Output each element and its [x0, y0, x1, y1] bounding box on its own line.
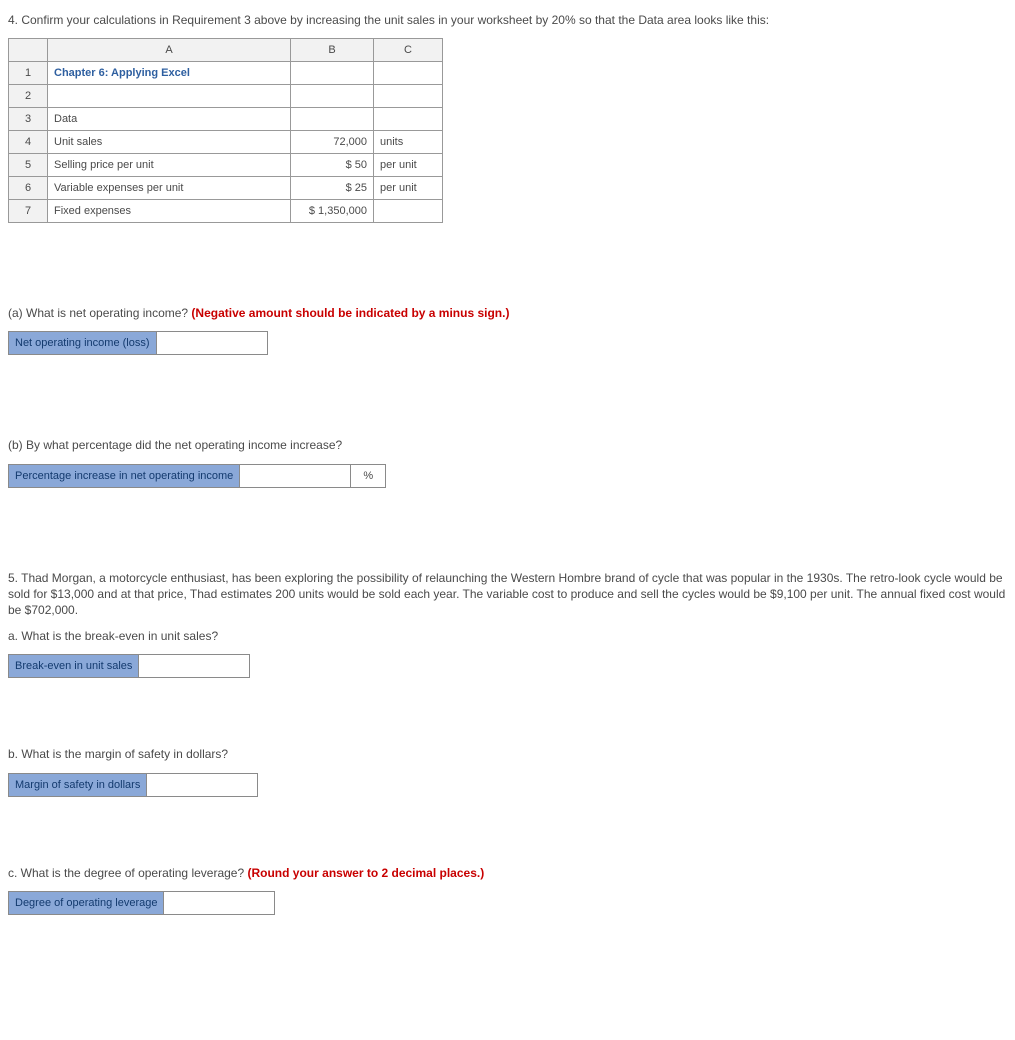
question-5c-hint: (Round your answer to 2 decimal places.) — [247, 866, 484, 880]
cell-a: Data — [48, 108, 291, 131]
table-row: 6 Variable expenses per unit $ 25 per un… — [9, 177, 443, 200]
percentage-increase-input[interactable] — [240, 466, 350, 486]
answer-row-operating-leverage: Degree of operating leverage — [8, 891, 275, 915]
cell-b — [291, 108, 374, 131]
question-4a-text: (a) What is net operating income? (Negat… — [8, 305, 1007, 321]
percentage-increase-label: Percentage increase in net operating inc… — [9, 464, 240, 487]
table-row: 5 Selling price per unit $ 50 per unit — [9, 154, 443, 177]
excel-col-c-header: C — [374, 39, 443, 62]
cell-a: Selling price per unit — [48, 154, 291, 177]
table-row: 4 Unit sales 72,000 units — [9, 131, 443, 154]
row-num: 5 — [9, 154, 48, 177]
cell-c — [374, 108, 443, 131]
row-num: 2 — [9, 85, 48, 108]
margin-safety-label: Margin of safety in dollars — [9, 773, 147, 796]
excel-corner — [9, 39, 48, 62]
cell-c — [374, 85, 443, 108]
excel-col-b-header: B — [291, 39, 374, 62]
break-even-input[interactable] — [139, 656, 249, 676]
row-num: 7 — [9, 200, 48, 223]
cell-a: Variable expenses per unit — [48, 177, 291, 200]
cell-c: units — [374, 131, 443, 154]
net-operating-income-label: Net operating income (loss) — [9, 332, 157, 355]
cell-b — [291, 85, 374, 108]
question-4a-hint: (Negative amount should be indicated by … — [191, 306, 509, 320]
cell-b: $ 25 — [291, 177, 374, 200]
row-num: 3 — [9, 108, 48, 131]
row-num: 6 — [9, 177, 48, 200]
question-4-text: 4. Confirm your calculations in Requirem… — [8, 12, 1007, 28]
percent-unit: % — [351, 464, 386, 487]
cell-c — [374, 200, 443, 223]
row-num: 1 — [9, 62, 48, 85]
net-operating-income-input[interactable] — [157, 333, 267, 353]
cell-b: $ 1,350,000 — [291, 200, 374, 223]
cell-a: Chapter 6: Applying Excel — [48, 62, 291, 85]
answer-row-percentage-increase: Percentage increase in net operating inc… — [8, 464, 386, 488]
row-num: 4 — [9, 131, 48, 154]
table-row: 1 Chapter 6: Applying Excel — [9, 62, 443, 85]
operating-leverage-input[interactable] — [164, 893, 274, 913]
cell-b — [291, 62, 374, 85]
break-even-label: Break-even in unit sales — [9, 655, 139, 678]
table-row: 7 Fixed expenses $ 1,350,000 — [9, 200, 443, 223]
question-4b-text: (b) By what percentage did the net opera… — [8, 437, 1007, 453]
operating-leverage-label: Degree of operating leverage — [9, 891, 164, 914]
excel-data-table: A B C 1 Chapter 6: Applying Excel 2 3 Da… — [8, 38, 443, 223]
question-5a-text: a. What is the break-even in unit sales? — [8, 628, 1007, 644]
cell-a: Unit sales — [48, 131, 291, 154]
answer-row-net-operating-income: Net operating income (loss) — [8, 331, 268, 355]
question-5c-text: c. What is the degree of operating lever… — [8, 865, 1007, 881]
table-row: 2 — [9, 85, 443, 108]
cell-a — [48, 85, 291, 108]
table-row: 3 Data — [9, 108, 443, 131]
question-5c-plain: c. What is the degree of operating lever… — [8, 866, 247, 880]
answer-row-margin-safety: Margin of safety in dollars — [8, 773, 258, 797]
cell-c: per unit — [374, 177, 443, 200]
answer-row-break-even: Break-even in unit sales — [8, 654, 250, 678]
excel-col-a-header: A — [48, 39, 291, 62]
cell-b: $ 50 — [291, 154, 374, 177]
question-4a-plain: (a) What is net operating income? — [8, 306, 191, 320]
cell-b: 72,000 — [291, 131, 374, 154]
question-5-text: 5. Thad Morgan, a motorcycle enthusiast,… — [8, 570, 1007, 619]
question-5b-text: b. What is the margin of safety in dolla… — [8, 746, 1007, 762]
cell-c: per unit — [374, 154, 443, 177]
margin-safety-input[interactable] — [147, 775, 257, 795]
cell-c — [374, 62, 443, 85]
cell-a: Fixed expenses — [48, 200, 291, 223]
